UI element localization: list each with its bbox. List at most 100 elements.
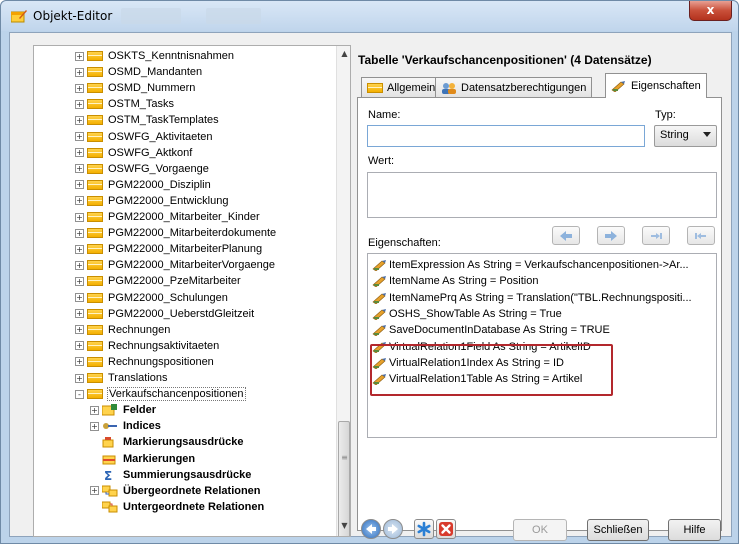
tree-item[interactable]: + OSMD_Nummern	[75, 80, 196, 96]
property-item[interactable]: ItemName As String = Position	[372, 273, 538, 289]
table-icon	[87, 373, 103, 383]
expand-icon[interactable]: +	[75, 148, 84, 158]
tree-subitem[interactable]: + Übergeordnete Relationen	[90, 483, 262, 499]
tree-item[interactable]: + PGM22000_MitarbeiterPlanung	[75, 241, 263, 257]
expand-icon[interactable]: +	[75, 132, 84, 141]
tree-subitem[interactable]: Markierungen	[90, 451, 196, 467]
tab-allgemein[interactable]: Allgemein	[361, 77, 442, 97]
tree-item[interactable]: + PGM22000_Mitarbeiterdokumente	[75, 225, 277, 241]
expand-icon[interactable]: +	[75, 212, 84, 222]
table-icon	[87, 67, 103, 78]
help-button[interactable]: Hilfe	[668, 519, 721, 541]
expand-icon[interactable]: +	[75, 83, 84, 93]
arrow-left-end-icon	[695, 233, 706, 239]
tab-eigenschaften[interactable]: Eigenschaften	[605, 73, 707, 98]
tree-item[interactable]: + PGM22000_Mitarbeiter_Kinder	[75, 209, 261, 225]
tree-item[interactable]: + OSWFG_Vorgaenge	[75, 161, 210, 177]
tree-item[interactable]: + OSTM_Tasks	[75, 96, 175, 112]
chevron-down-icon	[703, 132, 711, 137]
tab-datensatzberechtigungen[interactable]: Datensatzberechtigungen	[435, 77, 593, 97]
property-text: OSHS_ShowTable As String = True	[389, 307, 562, 320]
expand-icon[interactable]: +	[75, 67, 84, 77]
tree-item[interactable]: + PGM22000_Entwicklung	[75, 193, 229, 209]
expand-icon[interactable]: +	[75, 260, 84, 270]
expand-icon[interactable]: +	[90, 486, 99, 496]
name-input[interactable]	[367, 125, 645, 147]
tree-subitem[interactable]: + Indices	[90, 418, 162, 434]
expand-icon[interactable]: +	[75, 293, 84, 302]
collapse-icon[interactable]: -	[75, 389, 84, 399]
table-icon	[87, 292, 103, 303]
scroll-up-icon[interactable]: ▲	[339, 49, 350, 61]
tree-subitem[interactable]: + Felder	[90, 402, 157, 418]
ok-button[interactable]: OK	[513, 519, 567, 541]
expand-icon[interactable]: +	[75, 325, 84, 335]
expand-icon[interactable]: +	[75, 357, 84, 367]
tree-item[interactable]: + OSWFG_Aktkonf	[75, 145, 193, 161]
tree-item[interactable]: + Rechnungen	[75, 322, 171, 338]
value-textarea[interactable]	[367, 172, 717, 218]
new-button[interactable]	[414, 519, 434, 539]
expand-icon[interactable]: +	[90, 405, 99, 415]
expand-icon[interactable]: +	[75, 244, 84, 254]
scroll-down-icon[interactable]: ▼	[339, 521, 350, 533]
tree-subitem[interactable]: Σ Summierungsausdrücke	[90, 467, 252, 483]
table-icon	[367, 82, 383, 93]
close-dialog-button[interactable]: Schließen	[587, 519, 649, 541]
move-all-right-button[interactable]	[642, 226, 670, 245]
tree-item[interactable]: + OSMD_Mandanten	[75, 64, 203, 80]
expand-icon[interactable]: +	[75, 341, 84, 351]
expand-icon[interactable]: +	[75, 180, 84, 190]
tree-item[interactable]: + OSTM_TaskTemplates	[75, 112, 220, 128]
move-left-button[interactable]	[552, 226, 580, 245]
property-item[interactable]: SaveDocumentInDatabase As String = TRUE	[372, 322, 610, 338]
type-select[interactable]: String	[654, 125, 717, 147]
blurred-title-area	[206, 8, 261, 24]
properties-icon	[611, 81, 625, 92]
scrollbar-thumb[interactable]	[338, 421, 350, 536]
arrow-right-icon	[605, 231, 617, 241]
tree-item[interactable]: + OSWFG_Aktivitaeten	[75, 129, 214, 145]
parent-relation-icon	[102, 485, 118, 497]
title-bar[interactable]: Objekt-Editor x	[1, 1, 738, 31]
tree-subitem-label: Summierungsausdrücke	[123, 468, 252, 481]
expand-icon[interactable]: +	[75, 196, 84, 206]
property-item[interactable]: ItemNamePrq As String = Translation("TBL…	[372, 290, 692, 306]
tree-item[interactable]: + Rechnungsaktivitaeten	[75, 338, 220, 354]
move-all-left-button[interactable]	[687, 226, 715, 245]
tree-item[interactable]: + PGM22000_PzeMitarbeiter	[75, 273, 242, 289]
expand-icon[interactable]: +	[75, 115, 84, 125]
forward-button[interactable]	[383, 519, 403, 539]
expand-icon[interactable]: +	[75, 228, 84, 238]
expand-icon[interactable]: +	[75, 164, 84, 174]
expand-icon[interactable]: +	[75, 276, 84, 286]
tree-item[interactable]: + PGM22000_Schulungen	[75, 290, 229, 306]
tree-item[interactable]: + Translations	[75, 370, 169, 386]
expand-icon[interactable]: +	[75, 309, 84, 319]
name-label: Name:	[368, 109, 401, 121]
property-item[interactable]: ItemExpression As String = Verkaufschanc…	[372, 257, 689, 273]
expand-icon[interactable]: +	[90, 421, 99, 431]
tree-item[interactable]: + PGM22000_MitarbeiterVorgaenge	[75, 257, 276, 273]
close-button[interactable]: x	[689, 1, 732, 21]
tree-item[interactable]: + Rechnungspositionen	[75, 354, 215, 370]
expand-icon[interactable]: +	[75, 373, 84, 383]
tree-item-label: PGM22000_MitarbeiterPlanung	[108, 243, 263, 256]
tree-item[interactable]: + PGM22000_Disziplin	[75, 177, 212, 193]
tree-item[interactable]: + OSKTS_Kenntnisnahmen	[75, 48, 235, 64]
tree-scrollbar[interactable]: ▲ ≡ ▼	[336, 46, 350, 536]
expand-icon[interactable]: +	[75, 99, 84, 109]
object-tree[interactable]: + OSKTS_Kenntnisnahmen + OSMD_Mandanten + OSM…	[33, 45, 351, 537]
expand-icon[interactable]: +	[75, 51, 84, 61]
tree-item[interactable]: + PGM22000_UeberstdGleitzeit	[75, 306, 255, 322]
move-right-button[interactable]	[597, 226, 625, 245]
tree-subitem[interactable]: Untergeordnete Relationen	[90, 499, 265, 515]
properties-list[interactable]: ItemExpression As String = Verkaufschanc…	[367, 253, 717, 438]
back-button[interactable]	[361, 519, 381, 539]
tree-item[interactable]: - Verkaufschancenpositionen	[75, 386, 246, 402]
tree-subitem[interactable]: Markierungsausdrücke	[90, 434, 244, 450]
delete-button[interactable]	[436, 519, 456, 539]
property-item[interactable]: OSHS_ShowTable As String = True	[372, 306, 562, 322]
tree-item-label: OSKTS_Kenntnisnahmen	[108, 50, 234, 62]
